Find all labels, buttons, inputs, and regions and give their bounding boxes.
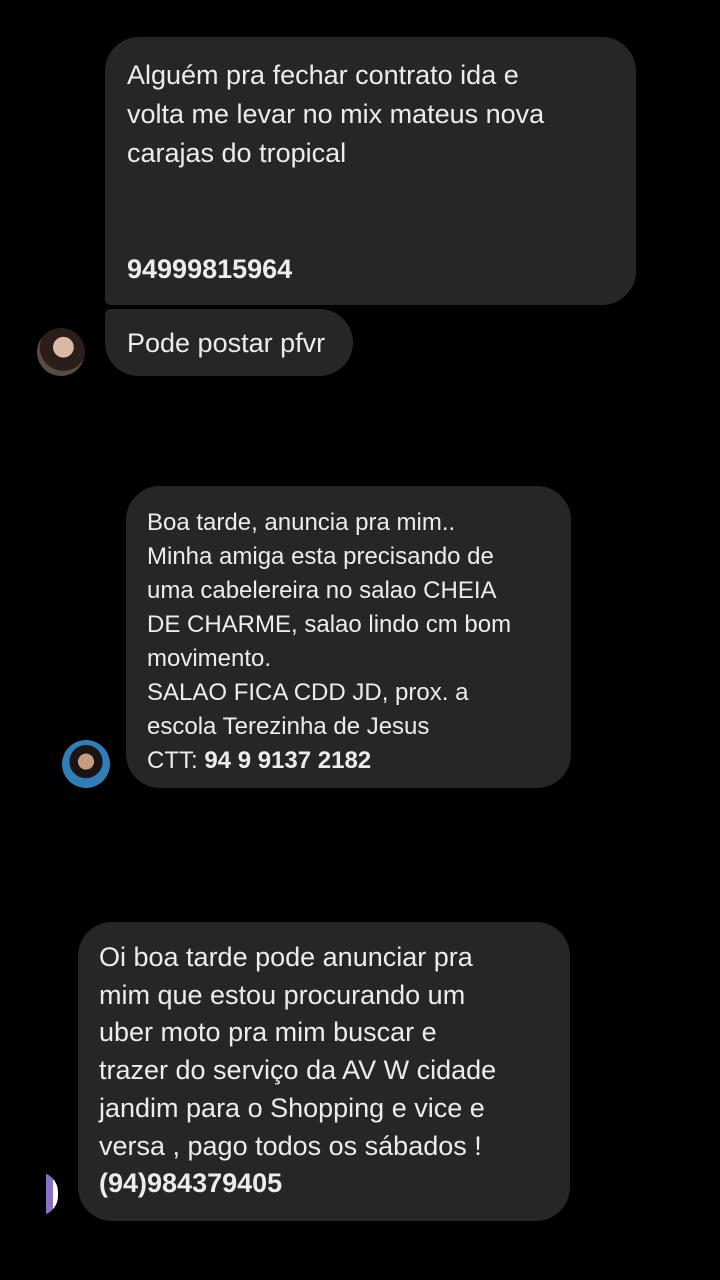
message-text-line: Oi boa tarde pode anunciar pra — [99, 942, 473, 972]
message-text-line: Pode postar pfvr — [127, 328, 326, 358]
message-contact-line: CTT: 94 9 9137 2182 — [147, 744, 551, 778]
message-bubble-2[interactable]: Pode postar pfvr — [105, 309, 353, 376]
message-bubble-1[interactable]: Alguém pra fechar contrato ida e volta m… — [105, 37, 636, 305]
message-text-line: jandim para o Shopping e vice e — [99, 1092, 485, 1123]
message-bubble-3[interactable]: Boa tarde, anuncia pra mim.. Minha amiga… — [126, 486, 571, 788]
sender-avatar-2[interactable] — [62, 740, 110, 788]
message-text-line: Alguém pra fechar contrato ida e — [127, 60, 519, 90]
message-text-line: versa , pago todos os sábados ! — [99, 1130, 482, 1161]
message-text-line: uma cabelereira no salao CHEIA — [147, 577, 497, 604]
chat-screen: Alguém pra fechar contrato ida e volta m… — [0, 0, 720, 1280]
sender-avatar-3[interactable] — [38, 1172, 58, 1216]
message-text-line: Minha amiga esta precisando de — [147, 543, 494, 570]
message-text-line: DE CHARME, salao lindo cm bom — [147, 611, 512, 638]
message-text-line: trazer do serviço da AV W cidade — [99, 1055, 497, 1086]
message-text-line: uber moto pra mim buscar e — [99, 1017, 437, 1048]
message-blank-space — [127, 173, 614, 250]
message-text-line: mim que estou procurando um — [99, 979, 466, 1010]
contact-label: CTT: — [147, 747, 205, 774]
message-bubble-4[interactable]: Oi boa tarde pode anunciar pra mim que e… — [78, 922, 570, 1221]
message-phone-number[interactable]: 94999815964 — [127, 250, 614, 289]
message-phone-number[interactable]: (94)984379405 — [99, 1165, 550, 1203]
message-text-line: escola Terezinha de Jesus — [147, 713, 430, 740]
message-text-line: Boa tarde, anuncia pra mim.. — [147, 509, 456, 536]
message-text-line: carajas do tropical — [127, 138, 347, 168]
sender-avatar-1[interactable] — [37, 328, 85, 376]
message-phone-number[interactable]: 94 9 9137 2182 — [204, 747, 371, 774]
message-text-line: SALAO FICA CDD JD, prox. a — [147, 679, 469, 706]
message-text-line: movimento. — [147, 645, 272, 672]
message-text-line: volta me levar no mix mateus nova — [127, 99, 545, 129]
